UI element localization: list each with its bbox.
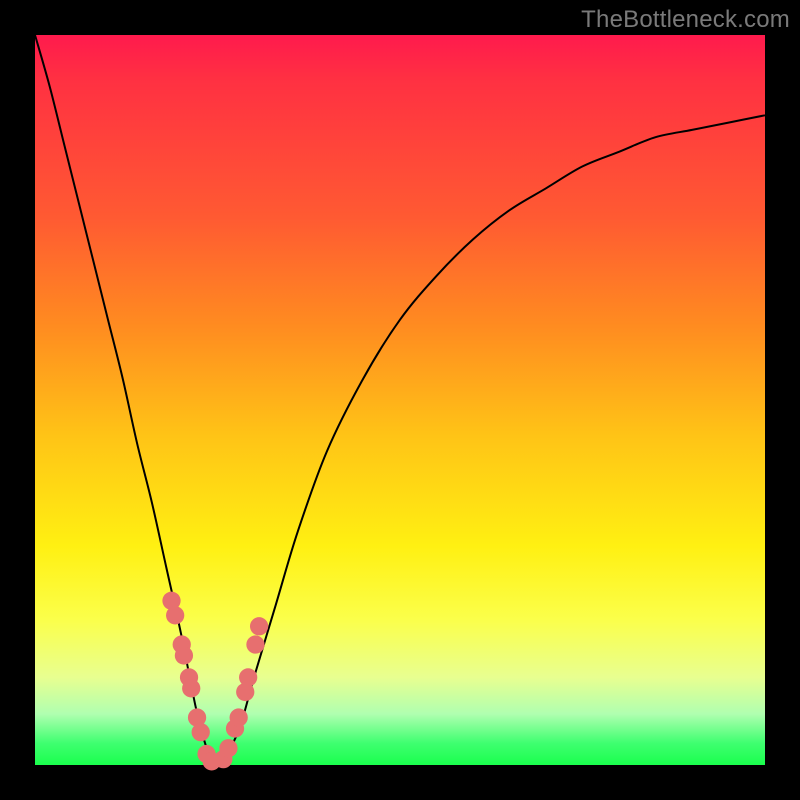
marker-dot xyxy=(250,617,268,635)
marker-dot xyxy=(219,739,237,757)
marker-dot xyxy=(230,708,248,726)
marker-dot xyxy=(166,606,184,624)
bottleneck-curve xyxy=(35,35,765,765)
marker-dot xyxy=(192,723,210,741)
curve-svg xyxy=(35,35,765,765)
chart-frame: TheBottleneck.com xyxy=(0,0,800,800)
plot-area xyxy=(35,35,765,765)
marker-dot xyxy=(182,679,200,697)
curve-markers xyxy=(162,592,268,771)
marker-dot xyxy=(246,635,264,653)
marker-dot xyxy=(175,646,193,664)
marker-dot xyxy=(239,668,257,686)
watermark-text: TheBottleneck.com xyxy=(581,6,790,34)
